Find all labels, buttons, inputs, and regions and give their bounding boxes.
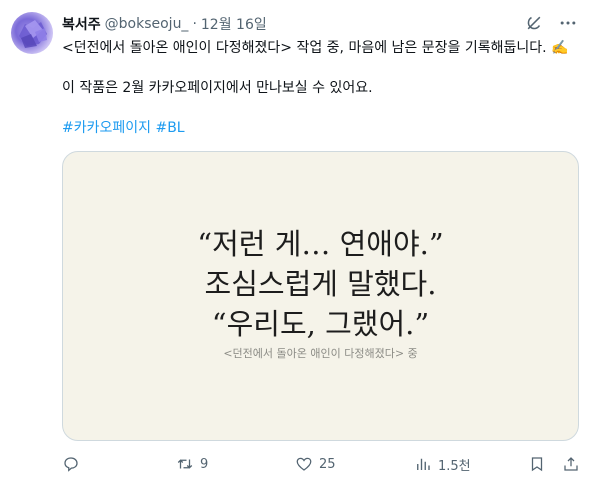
bookmark-button[interactable] xyxy=(528,452,546,476)
share-icon xyxy=(564,457,578,471)
author-name[interactable]: 복서주 xyxy=(62,14,101,34)
hashtag-row: #카카오페이지 #BL xyxy=(62,118,582,138)
tweet-image[interactable]: “저런 게… 연애야.” 조심스럽게 말했다. “우리도, 그랬어.” <던전에… xyxy=(62,151,579,441)
author-handle[interactable]: @bokseoju_ xyxy=(105,16,189,32)
views-icon xyxy=(417,458,430,470)
avatar[interactable] xyxy=(11,12,53,54)
like-button[interactable]: 25 xyxy=(295,452,336,476)
action-bar: 9 25 1.5천 xyxy=(62,452,582,476)
reply-icon xyxy=(64,457,78,472)
retweet-icon xyxy=(177,459,193,469)
separator-dot: · xyxy=(192,16,197,32)
tweet-date[interactable]: 12월 16일 xyxy=(201,14,267,34)
tweet-text-line1: <던전에서 돌아온 애인이 다정해졌다> 작업 중, 마음에 남은 문장을 기록… xyxy=(62,40,569,56)
quote-source: <던전에서 돌아온 애인이 다정해졌다> 중 xyxy=(223,347,418,360)
retweet-count: 9 xyxy=(200,456,209,472)
top-actions xyxy=(523,12,579,34)
tweet-text-line2: 이 작품은 2월 카카오페이지에서 만나보실 수 있어요. xyxy=(62,80,373,96)
quote-line-2: 조심스럽게 말했다. xyxy=(204,267,437,301)
more-icon[interactable] xyxy=(557,12,579,34)
like-count: 25 xyxy=(319,456,336,472)
quote-line-3: “우리도, 그랬어.” xyxy=(211,307,430,341)
views-count: 1.5천 xyxy=(438,458,471,474)
hashtag-kakaopage[interactable]: #카카오페이지 xyxy=(62,120,151,136)
views-button[interactable]: 1.5천 xyxy=(414,452,471,476)
quote-line-1: “저런 게… 연애야.” xyxy=(197,227,444,261)
hashtag-bl[interactable]: #BL xyxy=(155,120,184,136)
grok-icon[interactable] xyxy=(523,12,545,34)
share-button[interactable] xyxy=(562,452,580,476)
reply-button[interactable] xyxy=(62,452,86,476)
bookmark-icon xyxy=(531,457,543,472)
tweet-header: 복서주 @bokseoju_ · 12월 16일 xyxy=(62,14,267,34)
retweet-button[interactable]: 9 xyxy=(176,452,208,476)
heart-icon xyxy=(296,457,312,471)
